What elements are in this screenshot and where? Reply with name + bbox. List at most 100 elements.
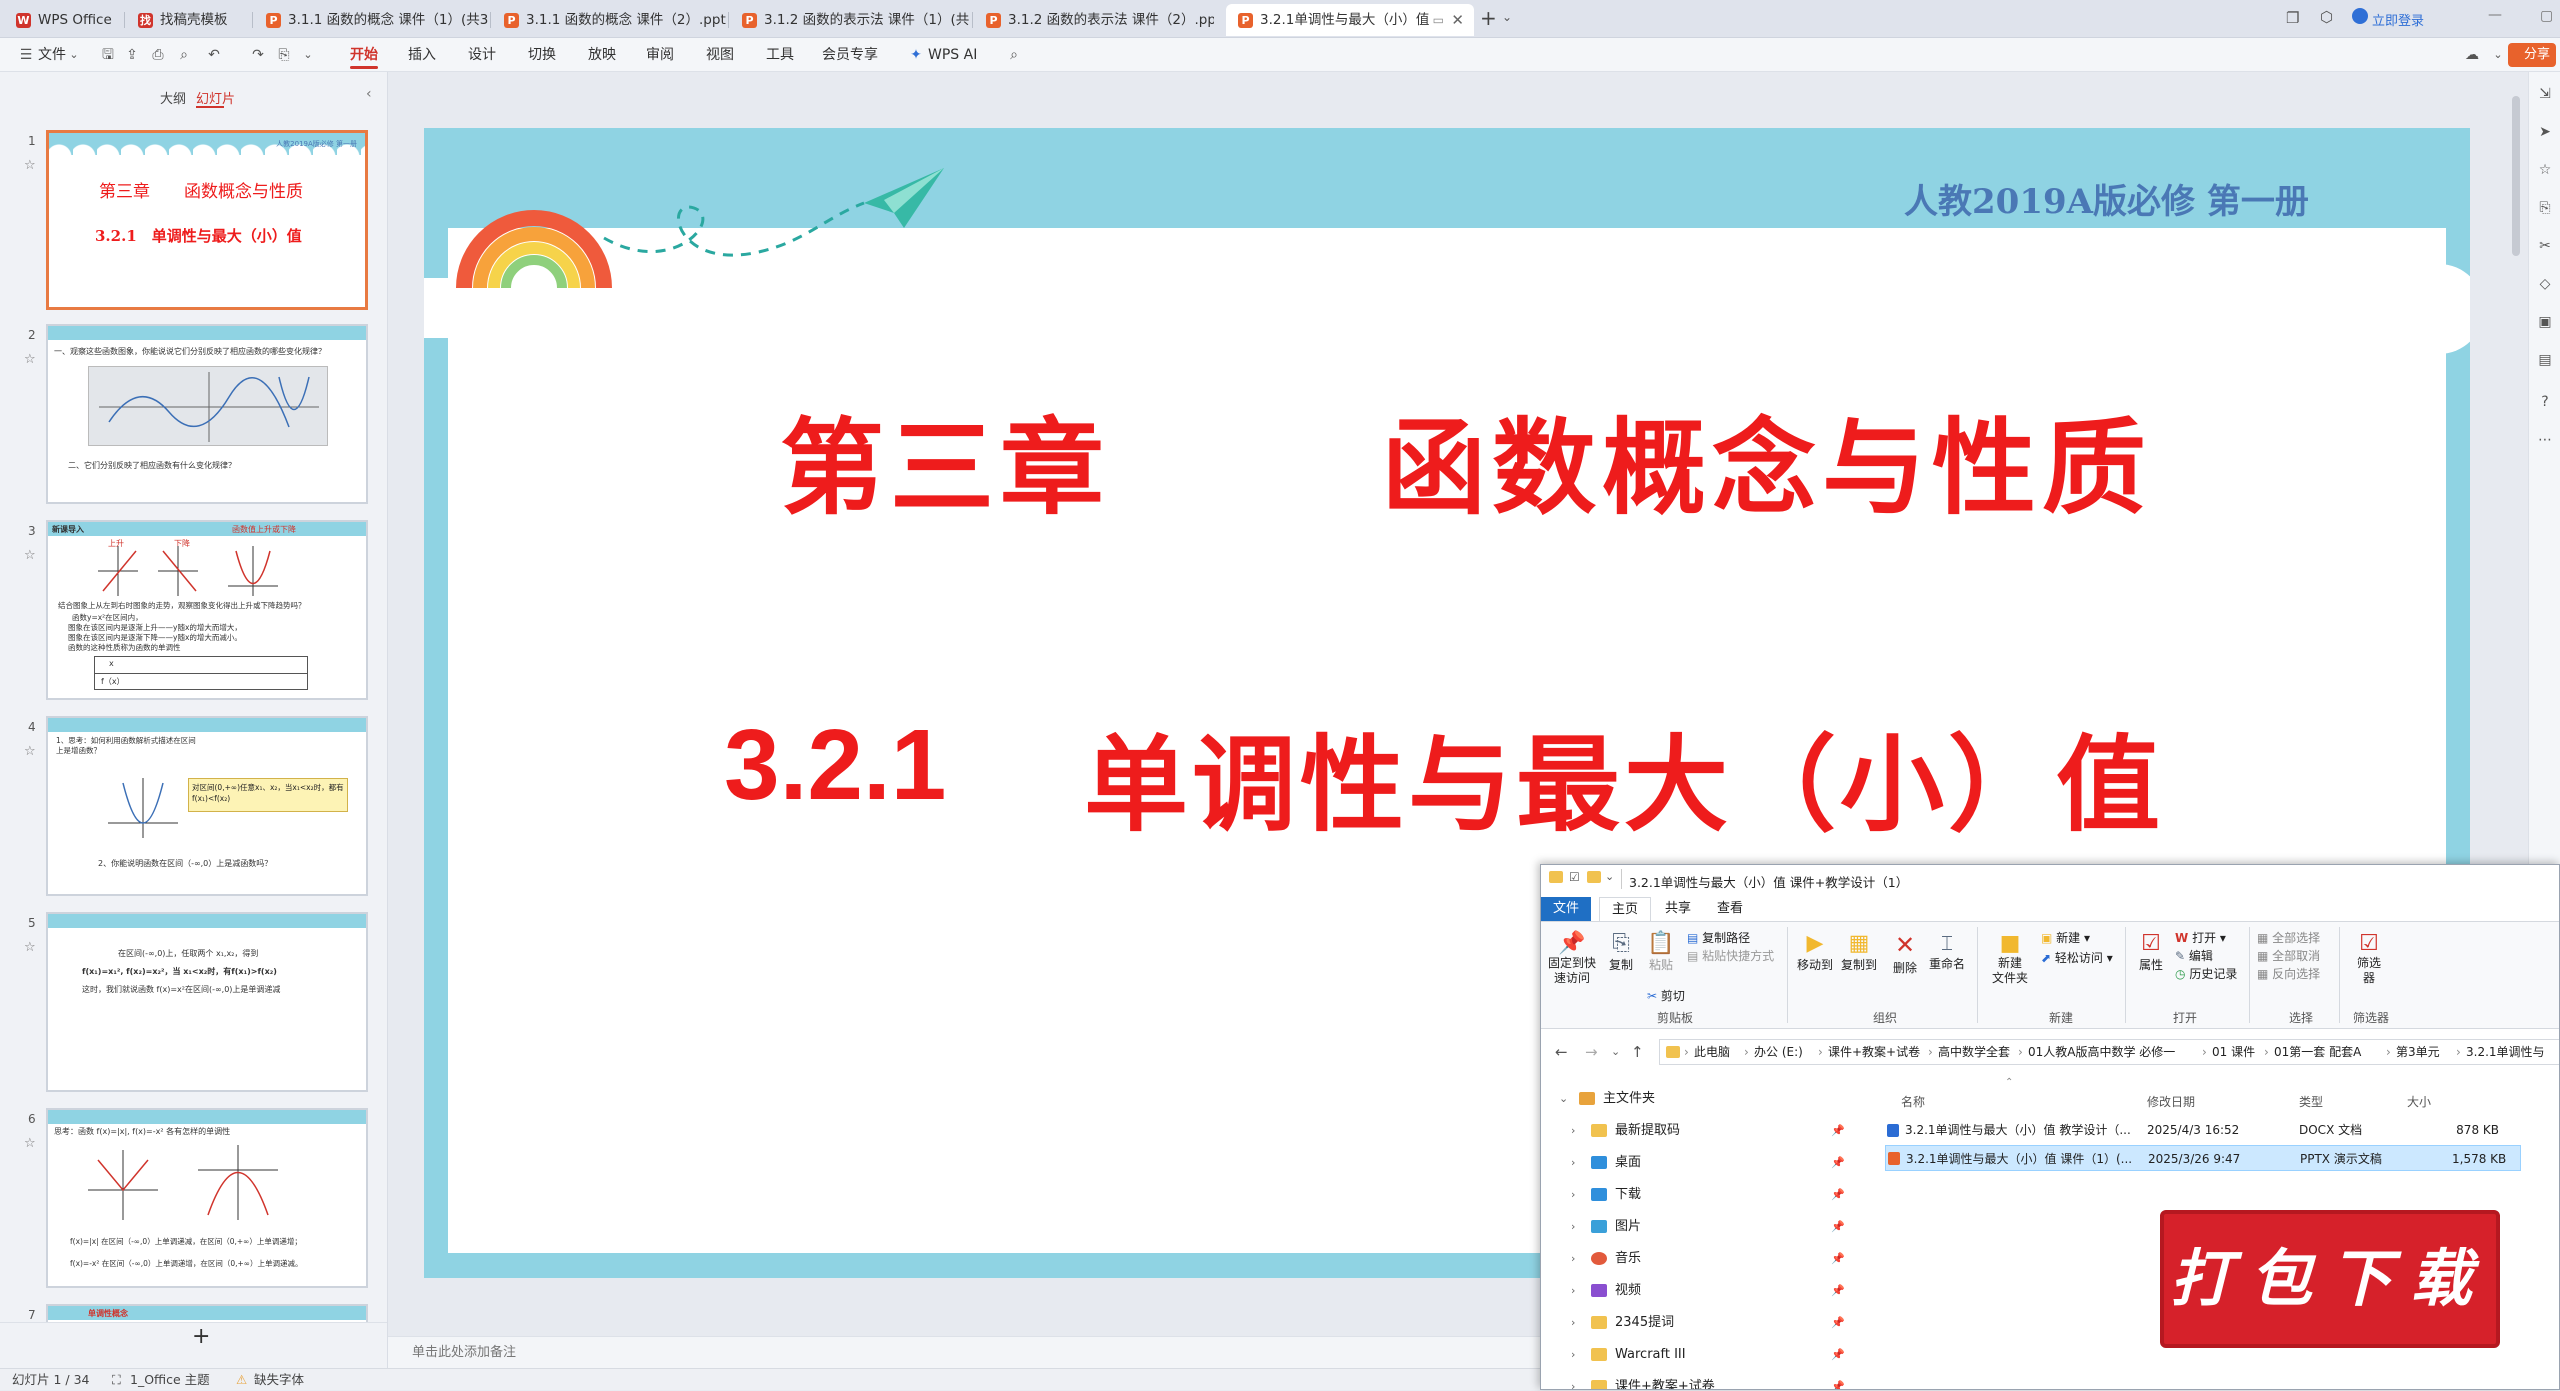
star-icon[interactable]: ☆ <box>2537 162 2553 178</box>
select-none-button[interactable]: ▦ 全部取消 <box>2257 947 2320 964</box>
slide-thumbnail-5[interactable]: 在区间(-∞,0)上，任取两个 x₁,x₂，得到 f(x₁)=x₁², f(x₂… <box>46 912 368 1092</box>
slide-thumbnail-1[interactable]: 人教2019A版必修 第一册 第三章 函数概念与性质 3.2.1 单调性与最大（… <box>46 130 368 310</box>
new-tab-icon[interactable]: + <box>1480 6 1497 30</box>
new-folder-quick-icon[interactable] <box>1587 871 1601 883</box>
delete-button[interactable]: ✕ 删除 <box>1887 931 1923 976</box>
file-menu[interactable]: 文件 <box>38 38 66 72</box>
star-icon[interactable]: ☆ <box>24 744 36 759</box>
breadcrumb-item[interactable]: 01 课件 <box>2212 1040 2255 1064</box>
outline-tab[interactable]: 大纲 <box>160 88 186 107</box>
close-tab-icon[interactable]: ✕ <box>1451 4 1464 36</box>
window-icon[interactable]: ❐ <box>2286 9 2299 27</box>
column-header-size[interactable]: 大小 <box>2407 1093 2431 1110</box>
export-icon[interactable]: ⇪ <box>124 47 140 63</box>
breadcrumb-item[interactable]: 01第一套 配套A <box>2274 1040 2361 1064</box>
save-icon[interactable]: 🖫 <box>100 47 116 63</box>
tab-doc-3[interactable]: P 3.1.2 函数的表示法 课件（1）(共28 <box>730 4 970 36</box>
share-button[interactable]: 分享 <box>2508 43 2556 67</box>
breadcrumb-item[interactable]: 此电脑 <box>1694 1040 1730 1064</box>
menu-view[interactable]: 视图 <box>706 38 734 72</box>
easy-access-button[interactable]: ⬈ 轻松访问 ▾ <box>2041 949 2113 966</box>
menu-design[interactable]: 设计 <box>468 38 496 72</box>
breadcrumb-item[interactable]: 高中数学全套 <box>1938 1040 2010 1064</box>
nav-item[interactable]: › 最新提取码 📌 <box>1541 1115 1845 1147</box>
user-avatar-icon[interactable] <box>2352 8 2368 24</box>
notes-area[interactable]: 单击此处添加备注 <box>388 1336 1540 1368</box>
nav-item[interactable]: › 图片 📌 <box>1541 1211 1845 1243</box>
tab-doc-2[interactable]: P 3.1.1 函数的概念 课件（2）.pptx <box>492 4 726 36</box>
menu-tools[interactable]: 工具 <box>766 38 794 72</box>
nav-item[interactable]: › 视频 📌 <box>1541 1275 1845 1307</box>
breadcrumb-item[interactable]: 办公 (E:) <box>1754 1040 1803 1064</box>
copy-to-button[interactable]: ▦ 复制到 <box>1839 931 1879 973</box>
nav-item[interactable]: › 音乐 📌 <box>1541 1243 1845 1275</box>
file-row-selected[interactable]: 3.2.1单调性与最大（小）值 课件（1）(... 2025/3/26 9:47… <box>1885 1145 2521 1171</box>
vertical-scrollbar[interactable] <box>2512 96 2520 256</box>
login-link[interactable]: 立即登录 <box>2372 10 2424 29</box>
ribbon-tab-share[interactable]: 共享 <box>1653 897 1703 921</box>
theme-name[interactable]: 1_Office 主题 <box>130 1369 210 1391</box>
open-button[interactable]: W 打开 ▾ <box>2175 929 2226 946</box>
filter-button[interactable]: ☑ 筛选 器 <box>2349 931 2389 986</box>
image-icon[interactable]: ▣ <box>2537 314 2553 330</box>
star-icon[interactable]: ☆ <box>24 158 36 173</box>
pin-quick-access-button[interactable]: 📌 固定到快 速访问 <box>1545 931 1599 986</box>
chevron-down-icon[interactable]: ⌄ <box>1605 870 1614 883</box>
download-package-button[interactable]: 打包下载 <box>2160 1210 2500 1348</box>
tab-doc-active[interactable]: P 3.2.1单调性与最大（小）值 ▭ ✕ <box>1226 4 1474 36</box>
slide-thumbnail-6[interactable]: 思考：函数 f(x)=|x|, f(x)=-x² 各有怎样的单调性 f(x)=|… <box>46 1108 368 1288</box>
rename-button[interactable]: ⌶ 重命名 <box>1925 931 1969 972</box>
more-icon[interactable]: ⋯ <box>2537 432 2553 448</box>
tab-doc-1[interactable]: P 3.1.1 函数的概念 课件（1）(共35张 <box>254 4 488 36</box>
menu-insert[interactable]: 插入 <box>408 38 436 72</box>
breadcrumb-item[interactable]: 第3单元 <box>2396 1040 2440 1064</box>
nav-item[interactable]: › 课件+教案+试卷 📌 <box>1541 1371 1845 1389</box>
up-icon[interactable]: ↑ <box>1631 1043 1644 1061</box>
breadcrumb-item[interactable]: 01人教A版高中数学 必修一 <box>2028 1040 2175 1064</box>
format-painter-icon[interactable]: ⎘ <box>276 47 292 63</box>
shape-icon[interactable]: ◇ <box>2537 276 2553 292</box>
add-slide-button[interactable]: + <box>192 1324 210 1349</box>
slides-tab[interactable]: 幻灯片 <box>196 88 235 107</box>
nav-item[interactable]: › 2345提词 📌 <box>1541 1307 1845 1339</box>
nav-item-home[interactable]: ⌄ 主文件夹 <box>1541 1083 1841 1115</box>
properties-quick-icon[interactable]: ☑ <box>1569 870 1580 884</box>
search-icon[interactable]: ⌕ <box>1006 47 1022 63</box>
select-all-button[interactable]: ▦ 全部选择 <box>2257 929 2320 946</box>
ribbon-tab-view[interactable]: 查看 <box>1705 897 1755 921</box>
tab-doc-4[interactable]: P 3.1.2 函数的表示法 课件（2）.pptx <box>974 4 1214 36</box>
address-bar[interactable]: › 此电脑 › 办公 (E:) › 课件+教案+试卷 › 高中数学全套 › 01… <box>1659 1039 2559 1065</box>
collapse-panel-icon[interactable]: ‹ <box>366 86 372 102</box>
column-header-date[interactable]: 修改日期 <box>2147 1093 2195 1110</box>
cut-button[interactable]: ✂ 剪切 <box>1647 987 1685 1004</box>
tab-wps-office[interactable]: W WPS Office <box>4 4 122 36</box>
star-icon[interactable]: ☆ <box>24 548 36 563</box>
redo-icon[interactable]: ↷ <box>250 47 266 63</box>
cursor-icon[interactable]: ➤ <box>2537 124 2553 140</box>
copy-path-button[interactable]: ▤ 复制路径 <box>1687 929 1750 946</box>
cloud-sync-icon[interactable]: ☁ <box>2464 47 2480 63</box>
undo-icon[interactable]: ↶ <box>206 47 222 63</box>
copy-button[interactable]: ⎘ 复制 <box>1603 931 1639 973</box>
column-header-type[interactable]: 类型 <box>2299 1093 2323 1110</box>
tab-template[interactable]: 找 找稿壳模板 <box>126 4 250 36</box>
paste-button[interactable]: 📋 粘贴 <box>1643 931 1679 973</box>
history-button[interactable]: ◷ 历史记录 <box>2175 965 2237 982</box>
slide-thumbnail-4[interactable]: 1、思考：如何利用函数解析式描述在区间上是增函数？ 对区间(0,+∞)任意x₁、… <box>46 716 368 896</box>
edit-button[interactable]: ✎ 编辑 <box>2175 947 2213 964</box>
help-icon[interactable]: ? <box>2537 394 2553 410</box>
menu-wps-ai[interactable]: WPS AI <box>928 38 977 72</box>
star-icon[interactable]: ☆ <box>24 940 36 955</box>
ribbon-tab-file[interactable]: 文件 <box>1541 897 1592 921</box>
maximize-icon[interactable]: ▢ <box>2540 8 2553 24</box>
minimize-icon[interactable]: — <box>2488 7 2502 23</box>
expand-icon[interactable]: ⇲ <box>2537 86 2553 102</box>
ribbon-tab-home[interactable]: 主页 <box>1599 897 1652 921</box>
copy-icon[interactable]: ⎘ <box>2537 200 2553 216</box>
forward-icon[interactable]: → <box>1585 1043 1598 1061</box>
new-folder-button[interactable]: ■ 新建 文件夹 <box>1985 931 2035 986</box>
menu-review[interactable]: 审阅 <box>646 38 674 72</box>
menu-slideshow[interactable]: 放映 <box>588 38 616 72</box>
properties-button[interactable]: ☑ 属性 <box>2133 931 2169 973</box>
slide-thumbnail-2[interactable]: 一、观察这些函数图象，你能说说它们分别反映了相应函数的哪些变化规律？ 二、它们分… <box>46 324 368 504</box>
